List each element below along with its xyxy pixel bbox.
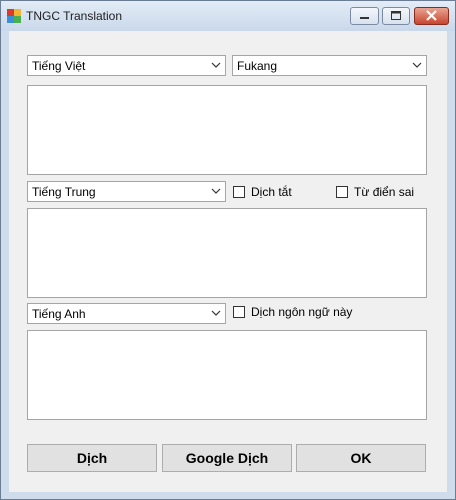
close-icon [426, 10, 437, 21]
chinese-language-select[interactable]: Tiếng Trung [27, 181, 226, 202]
translate-this-language-label: Dịch ngôn ngữ này [251, 305, 353, 319]
translate-button[interactable]: Dịch [27, 444, 157, 472]
checkbox-box[interactable] [336, 186, 348, 198]
tu-dien-sai-label: Từ điển sai [354, 185, 415, 199]
chinese-text-output[interactable] [27, 208, 427, 298]
font-value: Fukang [237, 59, 278, 73]
maximize-icon [391, 11, 401, 20]
chevron-down-icon [412, 62, 422, 68]
chevron-down-icon [211, 188, 221, 194]
app-icon [7, 9, 21, 23]
chinese-language-value: Tiếng Trung [32, 185, 96, 199]
chevron-down-icon [211, 62, 221, 68]
source-language-select[interactable]: Tiếng Việt [27, 55, 226, 76]
source-language-value: Tiếng Việt [32, 59, 86, 73]
chevron-down-icon [211, 310, 221, 316]
english-language-select[interactable]: Tiếng Anh [27, 303, 226, 324]
dich-tat-label: Dịch tắt [251, 185, 292, 199]
maximize-button[interactable] [382, 7, 410, 25]
app-window: TNGC Translation Tiếng Việt Fukang Tiếng… [0, 0, 456, 500]
client-area: Tiếng Việt Fukang Tiếng Trung Dịch tắt T… [9, 31, 447, 492]
source-text-input[interactable] [27, 85, 427, 175]
english-language-value: Tiếng Anh [32, 307, 86, 321]
title-bar[interactable]: TNGC Translation [1, 1, 455, 31]
close-button[interactable] [414, 7, 449, 25]
window-title: TNGC Translation [26, 9, 123, 23]
google-translate-button[interactable]: Google Dịch [162, 444, 292, 472]
minimize-icon [360, 17, 369, 19]
minimize-button[interactable] [350, 7, 379, 25]
ok-button[interactable]: OK [296, 444, 426, 472]
checkbox-box[interactable] [233, 186, 245, 198]
checkbox-box[interactable] [233, 306, 245, 318]
font-select[interactable]: Fukang [232, 55, 427, 76]
english-text-output[interactable] [27, 330, 427, 420]
